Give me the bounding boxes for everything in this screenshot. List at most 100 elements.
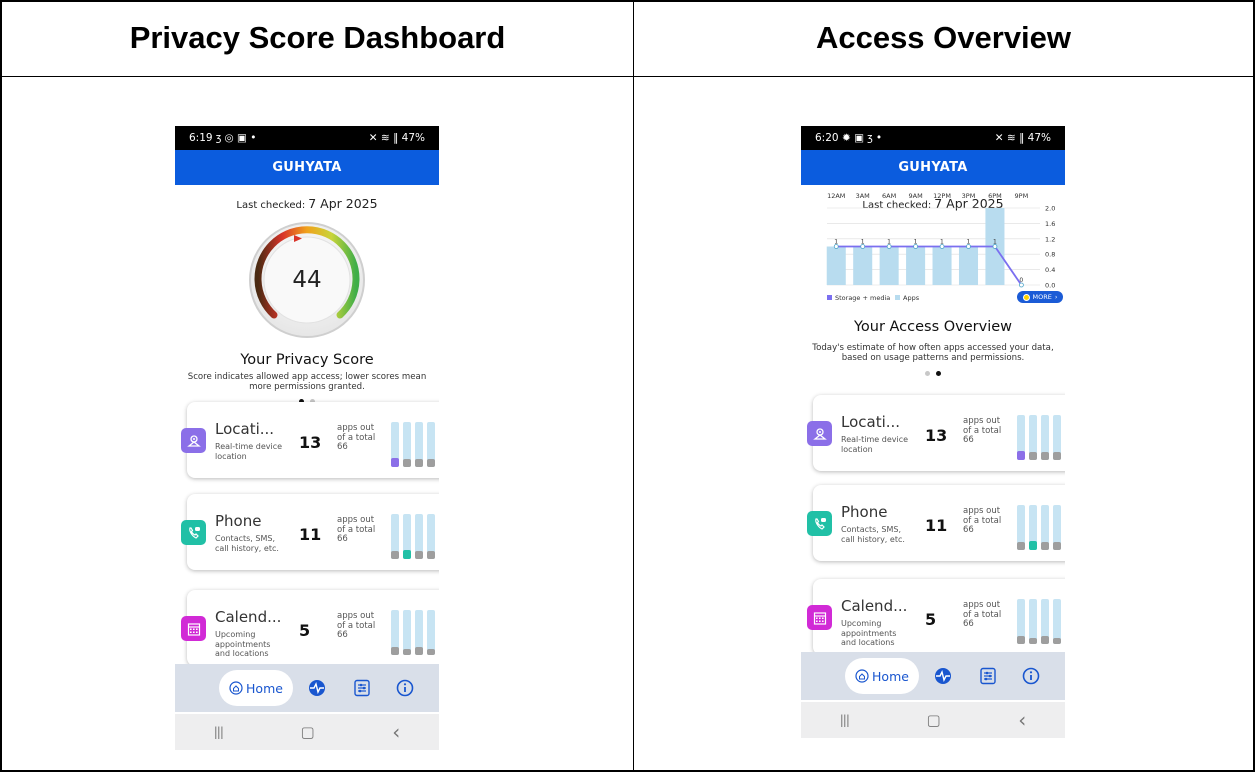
data-label: 0 [1019,277,1023,284]
last-checked-date: 7 Apr 2025 [308,196,378,211]
chart-bar [958,246,979,285]
status-bar: 6:19 ⳅ ◎ ▣ • ✕ ≋ ‖ 47% [175,126,439,150]
data-label: 1 [887,239,891,246]
access-chart[interactable]: 2.0 1.6 1.2 0.8 0.4 0.0 12AM 3AM 6AM 9AM 12PM 3PM 6P… [815,188,1065,308]
status-system-icons: ✕ ≋ ‖ 47% [994,132,1051,144]
info-icon[interactable] [395,678,415,698]
permission-card[interactable]: Locati... Real-time device location 13 apps… [807,395,1065,471]
system-navigation-bar: ||| ▢ ‹ [801,702,1065,738]
system-home-button[interactable]: ▢ [926,711,940,729]
x-tick-label: 6AM [882,192,896,200]
card-total-text: apps out of a total 66 [963,600,1002,629]
more-label: MORE [1032,293,1052,301]
card-app-count: 5 [299,621,311,640]
x-tick-label: 9PM [1015,192,1029,200]
status-system-icons: ✕ ≋ ‖ 47% [368,132,425,144]
legend-swatch-storage [827,295,832,300]
status-bar: 6:20 ✹ ▣ ⳅ • ✕ ≋ ‖ 47% [801,126,1065,150]
card-total-text: apps out of a total 66 [337,611,376,640]
app-bar-title: GUHYATA [175,150,439,185]
card-mini-bars [1015,415,1065,460]
calendar-icon [181,616,206,641]
activity-icon[interactable] [933,666,953,686]
card-mini-bars [389,514,439,559]
status-notification-icons: ✹ ▣ ⳅ • [841,132,883,144]
card-category-name: Locati... [215,420,275,438]
location-icon [807,421,832,446]
app-bar-title: GUHYATA [801,150,1065,185]
last-checked: Last checked: 7 Apr 2025 [175,196,439,211]
home-icon [855,669,869,683]
permission-card[interactable]: Calend... Upcoming appointments and locat… [181,590,439,666]
more-button[interactable]: MORE › [1017,291,1063,303]
calendar-icon [807,605,832,630]
chart-bar [853,246,873,285]
last-checked-label: Last checked: [236,200,306,211]
bottom-navigation: Home [801,652,1065,700]
x-tick-label: 12PM [933,192,951,200]
chevron-right-icon: › [1054,293,1058,301]
location-icon [181,428,206,453]
status-notification-icons: ⳅ ◎ ▣ • [215,132,257,144]
section-description: Score indicates allowed app access; lowe… [187,372,427,392]
card-category-name: Phone [841,503,888,521]
bottom-navigation: Home [175,664,439,712]
data-label: 1 [834,239,838,246]
card-category-name: Calend... [841,597,908,615]
panel-title-right: Access Overview [815,20,1072,55]
panel-title-left: Privacy Score Dashboard [129,20,506,55]
card-total-text: apps out of a total 66 [337,423,376,452]
permission-card[interactable]: Calend... Upcoming appointments and locat… [807,579,1065,655]
page-dot-1[interactable] [925,371,930,376]
section-title: Your Privacy Score [240,352,374,368]
nav-home-button[interactable]: Home [845,658,919,694]
recents-button[interactable]: ||| [840,713,850,727]
status-time: 6:19 [189,132,213,144]
page-dot-2[interactable] [936,371,941,376]
privacy-score-value: 44 [292,267,322,293]
legend-label-apps: Apps [903,294,920,302]
card-category-description: Upcoming appointments and locations [841,619,897,647]
recents-button[interactable]: ||| [214,725,224,739]
card-category-description: Contacts, SMS, call history, etc. [841,525,905,544]
page-indicator[interactable] [801,371,1065,376]
table-border-middle [633,0,634,772]
phone-icon [181,520,206,545]
permission-card[interactable]: Locati... Real-time device location 13 apps… [181,402,439,478]
permission-card[interactable]: Phone Contacts, SMS, call history, etc. 11… [807,485,1065,561]
section-title: Your Access Overview [853,319,1013,335]
data-label: 1 [966,239,970,246]
section-description: Today's estimate of how often apps acces… [812,343,1054,363]
x-tick-label: 6PM [988,192,1002,200]
card-mini-bars [1015,505,1065,550]
card-mini-bars [389,610,439,655]
access-chart-svg: 2.0 1.6 1.2 0.8 0.4 0.0 12AM 3AM 6AM 9AM 12PM 3PM 6P… [826,192,1055,302]
x-tick-label: 3PM [962,192,976,200]
legend-label-storage: Storage + media [835,294,890,302]
card-total-text: apps out of a total 66 [337,515,376,544]
activity-icon[interactable] [307,678,327,698]
table-border-header [0,76,1255,77]
phone-screen-privacy-score: 6:19 ⳅ ◎ ▣ • ✕ ≋ ‖ 47% GUHYATA Last chec… [175,126,439,750]
nav-home-button[interactable]: Home [219,670,293,706]
data-label: 1 [914,239,918,246]
info-icon[interactable] [1021,666,1041,686]
nav-home-label: Home [246,680,283,696]
settings-sliders-icon[interactable] [978,666,998,686]
y-tick-label: 1.2 [1045,235,1055,243]
back-button[interactable]: ‹ [1018,708,1026,732]
card-total-text: apps out of a total 66 [963,416,1002,445]
card-mini-bars [389,422,439,467]
card-app-count: 11 [299,525,322,544]
card-category-name: Phone [215,512,262,530]
nav-home-label: Home [872,668,909,684]
card-category-name: Locati... [841,413,901,431]
permission-card[interactable]: Phone Contacts, SMS, call history, etc. 11… [181,494,439,570]
back-button[interactable]: ‹ [392,720,400,744]
card-total-text: apps out of a total 66 [963,506,1002,535]
table-border-left [0,0,2,772]
settings-sliders-icon[interactable] [352,678,372,698]
privacy-score-gauge: 44 [247,220,367,340]
system-home-button[interactable]: ▢ [300,723,314,741]
more-indicator-icon [1022,293,1030,301]
